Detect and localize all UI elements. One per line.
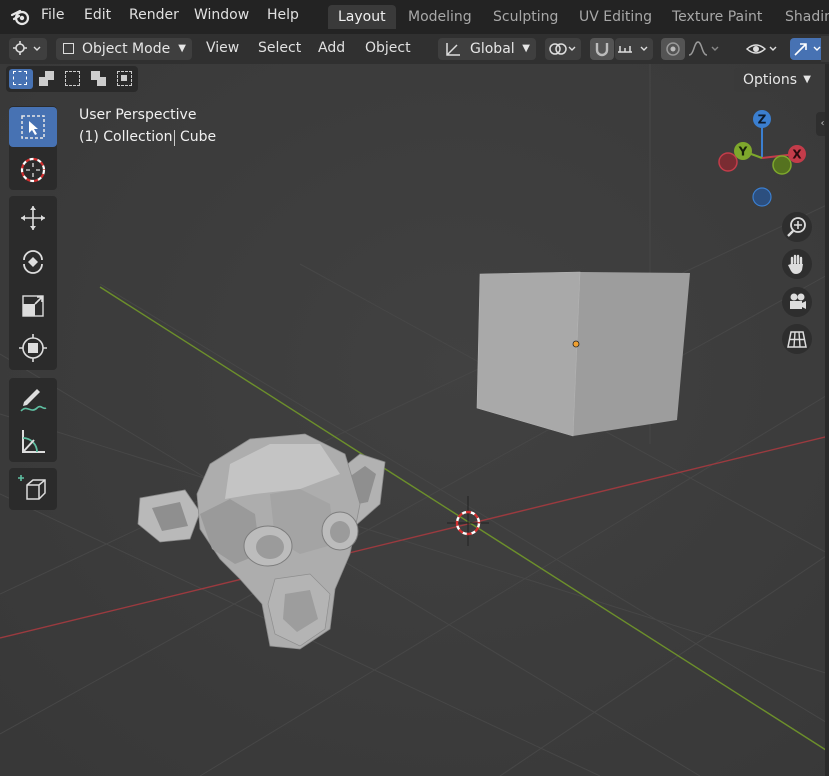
zoom-button[interactable] bbox=[782, 212, 812, 242]
header-menu-select[interactable]: Select bbox=[258, 40, 301, 56]
tab-layout[interactable]: Layout bbox=[328, 5, 396, 29]
collection-label: (1) Collection bbox=[79, 129, 173, 145]
tool-move[interactable] bbox=[9, 198, 57, 238]
camera-icon bbox=[790, 293, 806, 309]
move-icon bbox=[21, 206, 45, 230]
overlay-divider bbox=[174, 130, 175, 146]
menu-help[interactable]: Help bbox=[267, 7, 299, 23]
select-new-icon bbox=[13, 71, 27, 85]
tool-add-cube[interactable] bbox=[9, 469, 57, 509]
cube-origin bbox=[572, 340, 580, 348]
select-intersect-icon bbox=[117, 71, 132, 86]
pan-button[interactable] bbox=[782, 249, 812, 279]
tool-measure[interactable] bbox=[9, 421, 57, 461]
header-menu-add[interactable]: Add bbox=[318, 40, 345, 56]
gizmo-z-label: Z bbox=[758, 113, 767, 127]
tool-select-box[interactable] bbox=[9, 107, 57, 147]
gizmo-x-label: X bbox=[792, 148, 802, 162]
menu-window[interactable]: Window bbox=[194, 7, 249, 23]
cursor-icon bbox=[20, 157, 46, 183]
cube-mesh bbox=[476, 271, 690, 437]
select-box-icon bbox=[21, 115, 45, 139]
orientation-label: Global bbox=[470, 41, 515, 57]
snap-increment-icon bbox=[618, 46, 648, 53]
camera-view-button[interactable] bbox=[782, 287, 812, 317]
header-menu-view[interactable]: View bbox=[206, 40, 239, 56]
chevron-down-icon: ▼ bbox=[803, 74, 811, 85]
proportional-edit-icon bbox=[666, 42, 680, 56]
menu-edit[interactable]: Edit bbox=[84, 7, 111, 23]
hand-icon bbox=[788, 254, 803, 274]
blender-logo-icon[interactable] bbox=[10, 7, 32, 27]
select-invert-button[interactable] bbox=[87, 69, 111, 89]
tool-transform[interactable] bbox=[9, 328, 57, 368]
object-mode-icon bbox=[63, 43, 74, 54]
falloff-dropdown[interactable] bbox=[686, 38, 724, 60]
chevron-down-icon: ▼ bbox=[522, 43, 530, 54]
orientation-icon bbox=[446, 43, 460, 56]
rotate-icon bbox=[23, 250, 43, 274]
tab-uv-editing[interactable]: UV Editing bbox=[569, 5, 662, 29]
tab-shading[interactable]: Shadin bbox=[775, 5, 829, 29]
header-scroll-edge bbox=[821, 36, 829, 62]
pivot-icon bbox=[549, 43, 576, 55]
snap-toggle[interactable] bbox=[590, 38, 614, 60]
select-extend-button[interactable] bbox=[35, 69, 59, 89]
select-invert-icon bbox=[91, 71, 106, 86]
annotate-icon bbox=[20, 389, 47, 412]
top-bar: File Edit Render Window Help Layout Mode… bbox=[0, 0, 829, 34]
scale-icon bbox=[22, 295, 44, 317]
selection-mode-group bbox=[6, 66, 138, 92]
add-cube-icon bbox=[18, 475, 46, 500]
perspective-toggle-button[interactable] bbox=[782, 324, 812, 354]
viewport-scene bbox=[0, 34, 829, 776]
pivot-point-dropdown[interactable] bbox=[545, 38, 581, 60]
proportional-edit-toggle[interactable] bbox=[661, 38, 685, 60]
tool-scale[interactable] bbox=[9, 286, 57, 326]
tab-sculpting[interactable]: Sculpting bbox=[483, 5, 568, 29]
options-dropdown[interactable]: Options ▼ bbox=[734, 68, 816, 92]
eye-icon bbox=[745, 44, 777, 54]
tool-rotate[interactable] bbox=[9, 242, 57, 282]
falloff-icon bbox=[688, 41, 719, 56]
select-intersect-button[interactable] bbox=[113, 69, 137, 89]
tab-texture-paint[interactable]: Texture Paint bbox=[662, 5, 772, 29]
select-extend-icon bbox=[39, 71, 54, 86]
snap-target-dropdown[interactable] bbox=[615, 38, 653, 60]
mode-label: Object Mode bbox=[82, 41, 171, 57]
select-subtract-icon bbox=[65, 71, 80, 86]
select-subtract-button[interactable] bbox=[61, 69, 85, 89]
navigation-gizmo[interactable]: Z Y X bbox=[712, 106, 812, 210]
tool-annotate[interactable] bbox=[9, 379, 57, 419]
grid-perspective-icon bbox=[787, 331, 807, 348]
tool-cursor[interactable] bbox=[9, 150, 57, 190]
transform-orientation-dropdown[interactable]: Global ▼ bbox=[438, 38, 536, 60]
3d-viewport[interactable] bbox=[0, 34, 829, 776]
chevron-down-icon: ▼ bbox=[178, 43, 186, 54]
editor-type-icon bbox=[13, 41, 41, 55]
magnet-icon bbox=[595, 43, 609, 57]
active-object-label: Cube bbox=[180, 129, 217, 145]
menu-render[interactable]: Render bbox=[129, 7, 179, 23]
tab-modeling[interactable]: Modeling bbox=[398, 5, 482, 29]
editor-type-button[interactable] bbox=[9, 38, 47, 60]
options-label: Options bbox=[743, 72, 798, 88]
measure-icon bbox=[22, 430, 45, 453]
menu-file[interactable]: File bbox=[41, 7, 64, 23]
visibility-dropdown[interactable] bbox=[745, 38, 783, 60]
select-new-button[interactable] bbox=[9, 69, 33, 89]
header-menu-object[interactable]: Object bbox=[365, 40, 411, 56]
viewport-border bbox=[825, 64, 829, 776]
zoom-icon bbox=[787, 217, 806, 237]
view-name-label: User Perspective bbox=[79, 107, 197, 123]
transform-icon bbox=[19, 334, 47, 362]
gizmo-y-label: Y bbox=[738, 145, 748, 159]
mode-dropdown[interactable]: Object Mode ▼ bbox=[56, 38, 192, 60]
